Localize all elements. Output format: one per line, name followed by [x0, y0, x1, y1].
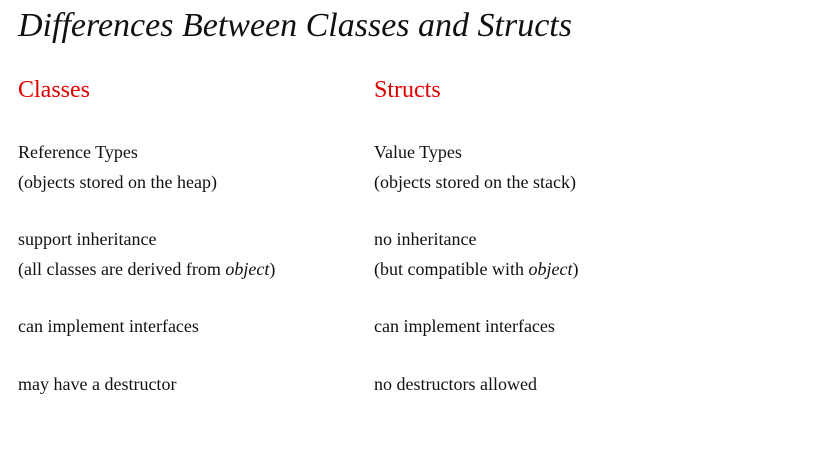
structs-item-detail: (objects stored on the stack) [374, 172, 576, 192]
structs-heading: Structs [374, 77, 441, 103]
slide: Differences Between Classes and Structs … [0, 0, 816, 457]
classes-item-detail: (objects stored on the heap) [18, 172, 217, 192]
structs-item-interfaces: can implement interfaces [374, 311, 555, 341]
structs-item-value-types: Value Types (objects stored on the stack… [374, 137, 576, 197]
classes-column: Classes Reference Types (objects stored … [18, 76, 358, 394]
classes-heading: Classes [18, 77, 90, 103]
detail-prefix: (all classes are derived from [18, 259, 226, 279]
classes-item-interfaces: can implement interfaces [18, 311, 199, 341]
structs-item-text: no destructors allowed [374, 374, 537, 394]
structs-item-destructor: no destructors allowed [374, 369, 537, 399]
structs-item-text: can implement interfaces [374, 316, 555, 336]
structs-item-text: Value Types [374, 142, 462, 162]
classes-item-text: may have a destructor [18, 374, 177, 394]
structs-item-inheritance: no inheritance (but compatible with obje… [374, 224, 578, 284]
classes-item-destructor: may have a destructor [18, 369, 176, 399]
classes-item-text: support inheritance [18, 229, 157, 249]
slide-title: Differences Between Classes and Structs [18, 7, 572, 44]
classes-item-inheritance: support inheritance (all classes are der… [18, 224, 275, 284]
structs-item-detail: (but compatible with object) [374, 254, 578, 284]
classes-item-text: can implement interfaces [18, 316, 199, 336]
classes-item-detail: (all classes are derived from object) [18, 254, 275, 284]
object-keyword: object [528, 259, 573, 279]
object-keyword: object [225, 259, 270, 279]
detail-suffix: ) [269, 259, 276, 279]
classes-item-text: Reference Types [18, 142, 138, 162]
detail-prefix: (but compatible with [374, 259, 529, 279]
classes-item-reference-types: Reference Types (objects stored on the h… [18, 137, 217, 197]
structs-column: Structs Value Types (objects stored on t… [374, 76, 714, 394]
structs-item-text: no inheritance [374, 229, 477, 249]
detail-suffix: ) [572, 259, 579, 279]
